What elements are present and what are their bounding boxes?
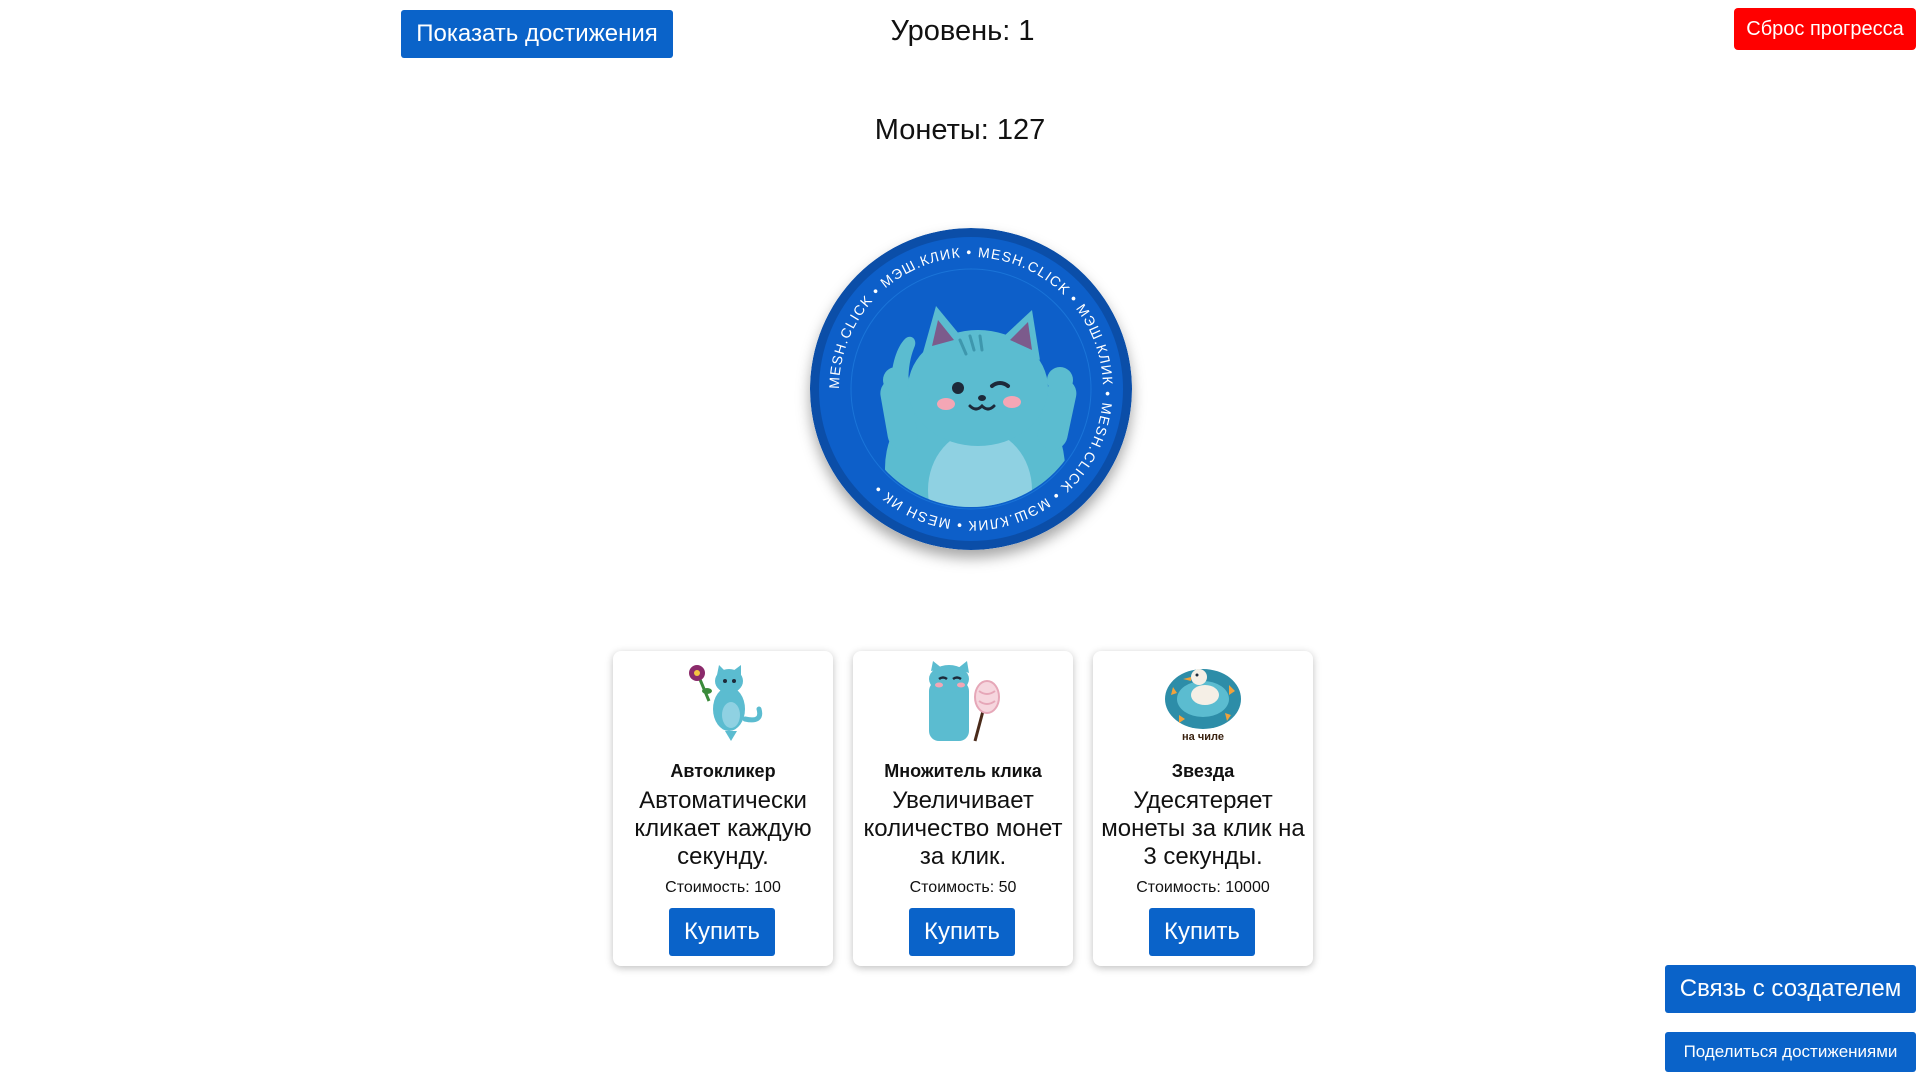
shop-card-click-multiplier: Множитель клика Увеличивает количество м… [853, 651, 1073, 966]
item-name: Множитель клика [884, 761, 1042, 781]
duck-in-float-icon: на чиле [1165, 669, 1241, 743]
buy-star-button[interactable]: Купить [1149, 908, 1255, 956]
buy-click-multiplier-button[interactable]: Купить [909, 908, 1015, 956]
show-achievements-button[interactable]: Показать достижения [401, 10, 673, 58]
item-name: Автокликер [670, 761, 776, 781]
contact-creator-button[interactable]: Связь с создателем [1665, 965, 1916, 1013]
click-coin[interactable]: MESH.CLICK • МЭШ.КЛИК • MESH.CLICK • МЭШ… [810, 228, 1132, 550]
item-image-caption: на чиле [1182, 731, 1224, 743]
shop-card-autoclicker: Автокликер Автоматически кликает каждую … [613, 651, 833, 966]
item-description: Автоматически кликает каждую секунду. [634, 787, 812, 870]
reset-progress-button[interactable]: Сброс прогресса [1734, 8, 1916, 50]
click-coin-graphic[interactable]: MESH.CLICK • МЭШ.КЛИК • MESH.CLICK • МЭШ… [810, 228, 1132, 550]
cat-with-lollipop-icon [929, 661, 1000, 742]
cat-with-flower-icon [689, 665, 763, 741]
item-description: Увеличивает количество монет за клик. [863, 787, 1063, 870]
item-description: Удесятеряет монеты за клик на 3 секунды. [1101, 787, 1305, 870]
share-achievements-button[interactable]: Поделиться достижениями [1665, 1032, 1916, 1072]
item-name: Звезда [1171, 761, 1235, 781]
level-indicator: Уровень: 1 [890, 15, 1035, 47]
item-cost: Стоимость: 100 [665, 879, 781, 896]
item-cost: Стоимость: 10000 [1136, 879, 1270, 896]
item-cost: Стоимость: 50 [909, 879, 1017, 896]
buy-autoclicker-button[interactable]: Купить [669, 908, 775, 956]
shop-card-star: на чиле Звезда Удесятеряет монеты за кли… [1093, 651, 1313, 966]
coin-counter: Монеты: 127 [874, 114, 1046, 146]
